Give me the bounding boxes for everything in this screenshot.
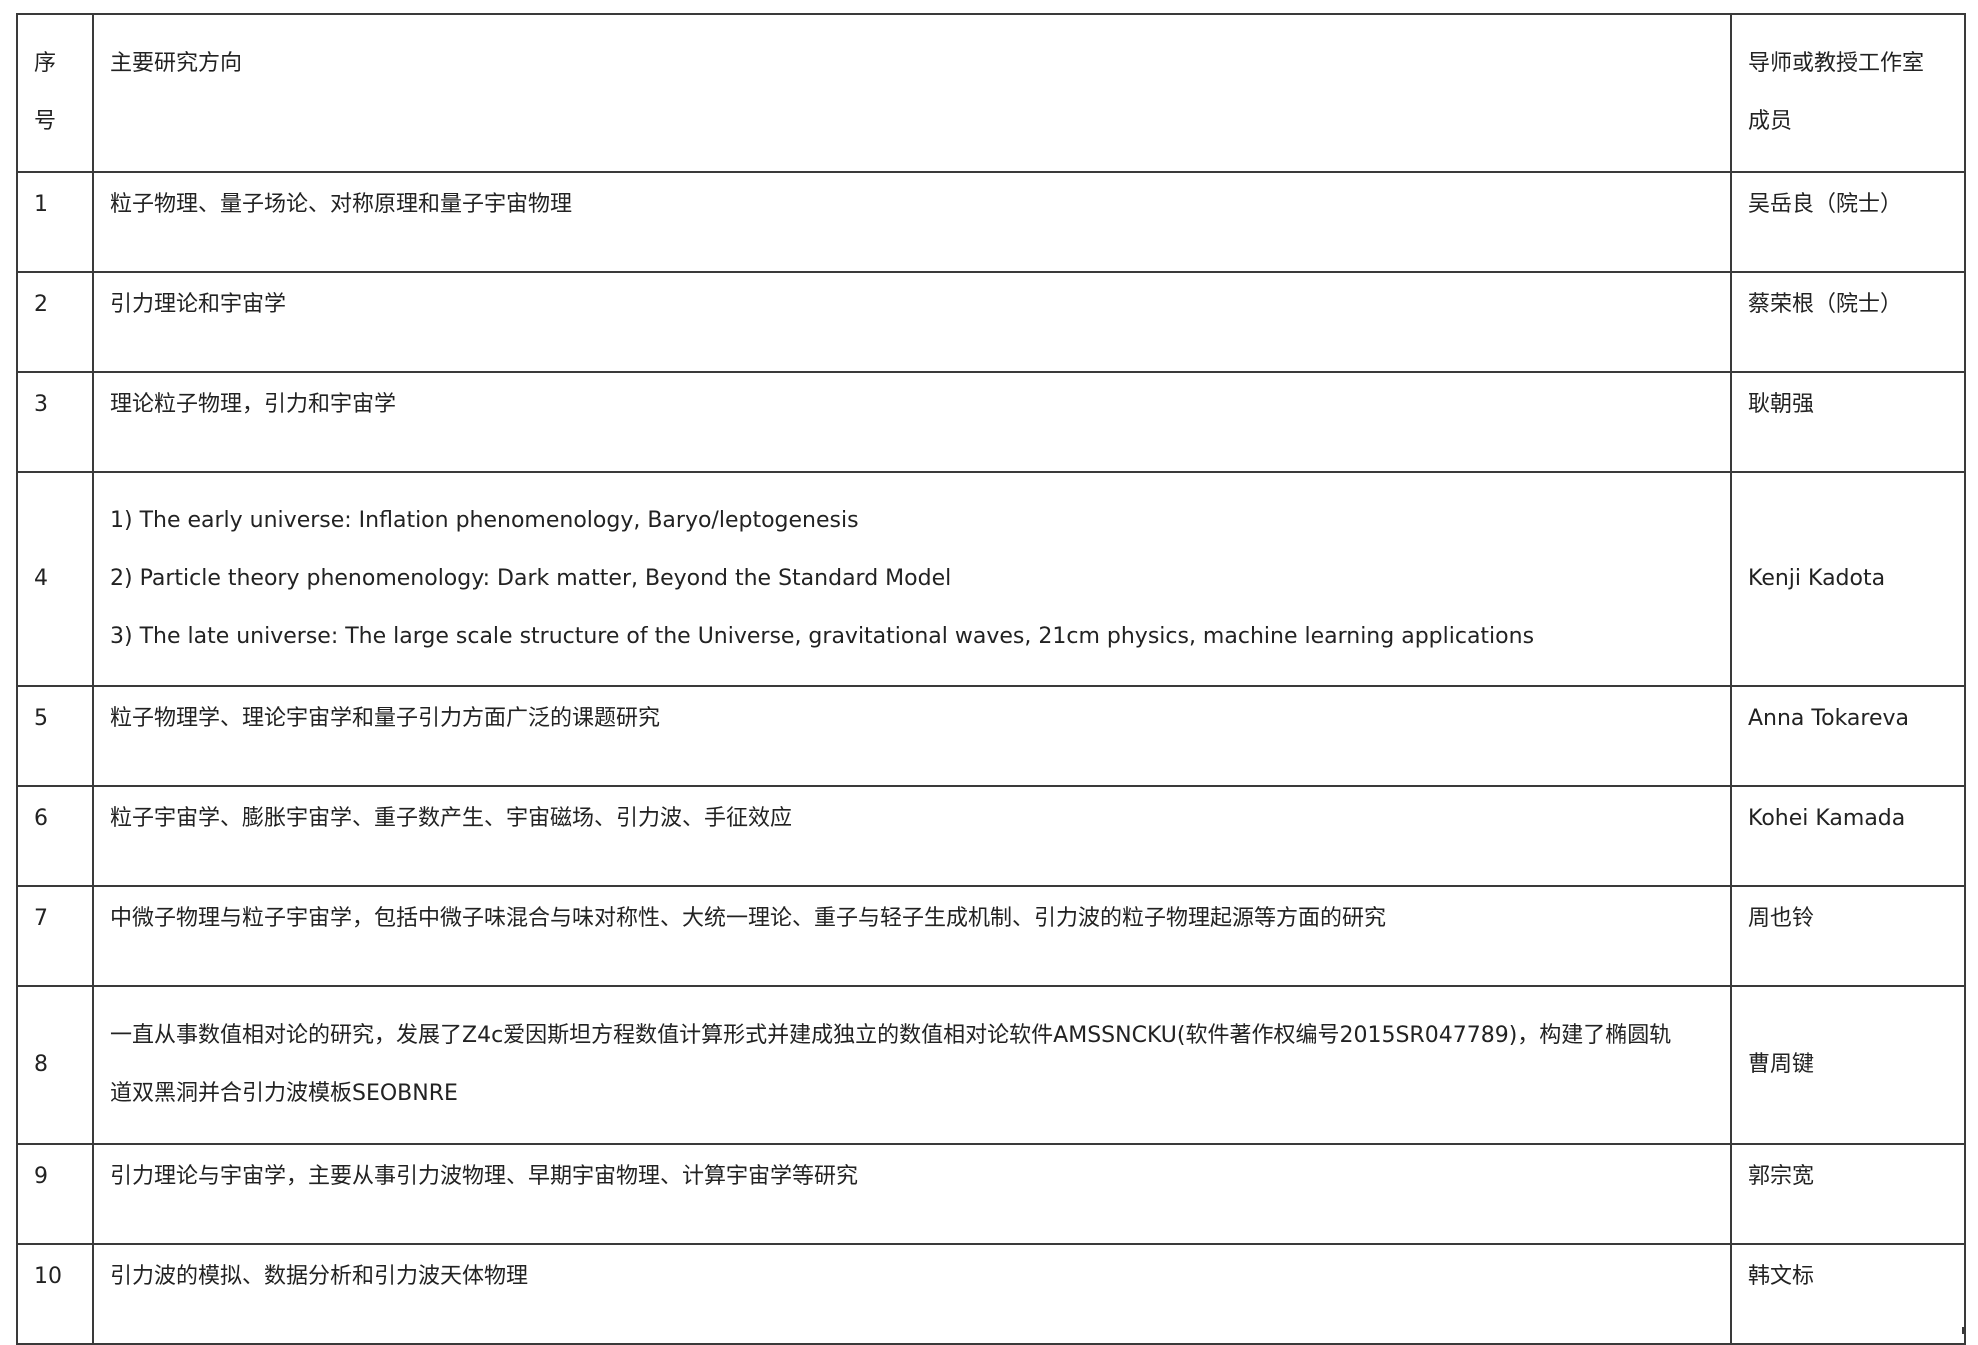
research-directions-table-container: 序 号 主要研究方向 导师或教授工作室 成员 1 粒子物理、量子场论、对称原理和… — [16, 13, 1966, 1345]
column-divider — [1730, 1327, 1732, 1334]
row-direction-cell: 理论粒子物理，引力和宇宙学 — [92, 371, 1732, 473]
row-index-cell: 8 — [16, 985, 94, 1145]
row-direction-cell: 一直从事数值相对论的研究，发展了Z4c爱因斯坦方程数值计算形式并建成独立的数值相… — [92, 985, 1732, 1145]
header-index-label-line2: 号 — [34, 109, 57, 134]
header-direction-label: 主要研究方向 — [110, 51, 243, 76]
header-members-label-line2: 成员 — [1748, 109, 1793, 134]
direction-line: 1) The early universe: Inflation phenome… — [110, 508, 859, 533]
next-row-stub — [16, 1327, 1964, 1334]
table-row: 5 粒子物理学、理论宇宙学和量子引力方面广泛的课题研究 Anna Tokarev… — [16, 685, 1966, 787]
row-member-cell: Kenji Kadota — [1730, 471, 1966, 687]
row-direction-cell: 1) The early universe: Inflation phenome… — [92, 471, 1732, 687]
table-row: 6 粒子宇宙学、膨胀宇宙学、重子数产生、宇宙磁场、引力波、手征效应 Kohei … — [16, 785, 1966, 887]
row-member-cell: 郭宗宽 — [1730, 1143, 1966, 1245]
table-row: 4 1) The early universe: Inflation pheno… — [16, 471, 1966, 687]
row-index-cell: 3 — [16, 371, 94, 473]
table-row: 2 引力理论和宇宙学 蔡荣根（院士） — [16, 271, 1966, 373]
table-row: 3 理论粒子物理，引力和宇宙学 耿朝强 — [16, 371, 1966, 473]
row-member-cell: 蔡荣根（院士） — [1730, 271, 1966, 373]
row-member-cell: 吴岳良（院士） — [1730, 171, 1966, 273]
table-row: 7 中微子物理与粒子宇宙学，包括中微子味混合与味对称性、大统一理论、重子与轻子生… — [16, 885, 1966, 987]
header-members-label-line1: 导师或教授工作室 — [1748, 51, 1925, 76]
row-index-cell: 5 — [16, 685, 94, 787]
research-directions-table: 序 号 主要研究方向 导师或教授工作室 成员 1 粒子物理、量子场论、对称原理和… — [16, 13, 1966, 1345]
row-member-cell: 周也铃 — [1730, 885, 1966, 987]
row-member-cell: Anna Tokareva — [1730, 685, 1966, 787]
row-index-cell: 7 — [16, 885, 94, 987]
row-index-cell: 9 — [16, 1143, 94, 1245]
row-member-cell: Kohei Kamada — [1730, 785, 1966, 887]
table-header-row: 序 号 主要研究方向 导师或教授工作室 成员 — [16, 13, 1966, 173]
row-index-cell: 4 — [16, 471, 94, 687]
row-direction-cell: 引力理论和宇宙学 — [92, 271, 1732, 373]
direction-line: 一直从事数值相对论的研究，发展了Z4c爱因斯坦方程数值计算形式并建成独立的数值相… — [110, 1023, 1672, 1048]
column-divider — [92, 1327, 94, 1334]
header-index-label-line1: 序 — [34, 51, 57, 76]
header-members-cell: 导师或教授工作室 成员 — [1730, 13, 1966, 173]
header-index-cell: 序 号 — [16, 13, 94, 173]
row-direction-cell: 中微子物理与粒子宇宙学，包括中微子味混合与味对称性、大统一理论、重子与轻子生成机… — [92, 885, 1732, 987]
table-row: 1 粒子物理、量子场论、对称原理和量子宇宙物理 吴岳良（院士） — [16, 171, 1966, 273]
table-row: 8 一直从事数值相对论的研究，发展了Z4c爱因斯坦方程数值计算形式并建成独立的数… — [16, 985, 1966, 1145]
row-direction-cell: 粒子宇宙学、膨胀宇宙学、重子数产生、宇宙磁场、引力波、手征效应 — [92, 785, 1732, 887]
row-index-cell: 2 — [16, 271, 94, 373]
row-member-cell: 耿朝强 — [1730, 371, 1966, 473]
row-direction-cell: 粒子物理、量子场论、对称原理和量子宇宙物理 — [92, 171, 1732, 273]
row-member-cell: 曹周键 — [1730, 985, 1966, 1145]
direction-line: 2) Particle theory phenomenology: Dark m… — [110, 566, 952, 591]
header-direction-cell: 主要研究方向 — [92, 13, 1732, 173]
row-index-cell: 6 — [16, 785, 94, 887]
row-index-cell: 1 — [16, 171, 94, 273]
direction-line: 道双黑洞并合引力波模板SEOBNRE — [110, 1081, 458, 1106]
direction-line: 3) The late universe: The large scale st… — [110, 624, 1535, 649]
table-row: 9 引力理论与宇宙学，主要从事引力波物理、早期宇宙物理、计算宇宙学等研究 郭宗宽 — [16, 1143, 1966, 1245]
row-direction-cell: 粒子物理学、理论宇宙学和量子引力方面广泛的课题研究 — [92, 685, 1732, 787]
row-direction-cell: 引力理论与宇宙学，主要从事引力波物理、早期宇宙物理、计算宇宙学等研究 — [92, 1143, 1732, 1245]
